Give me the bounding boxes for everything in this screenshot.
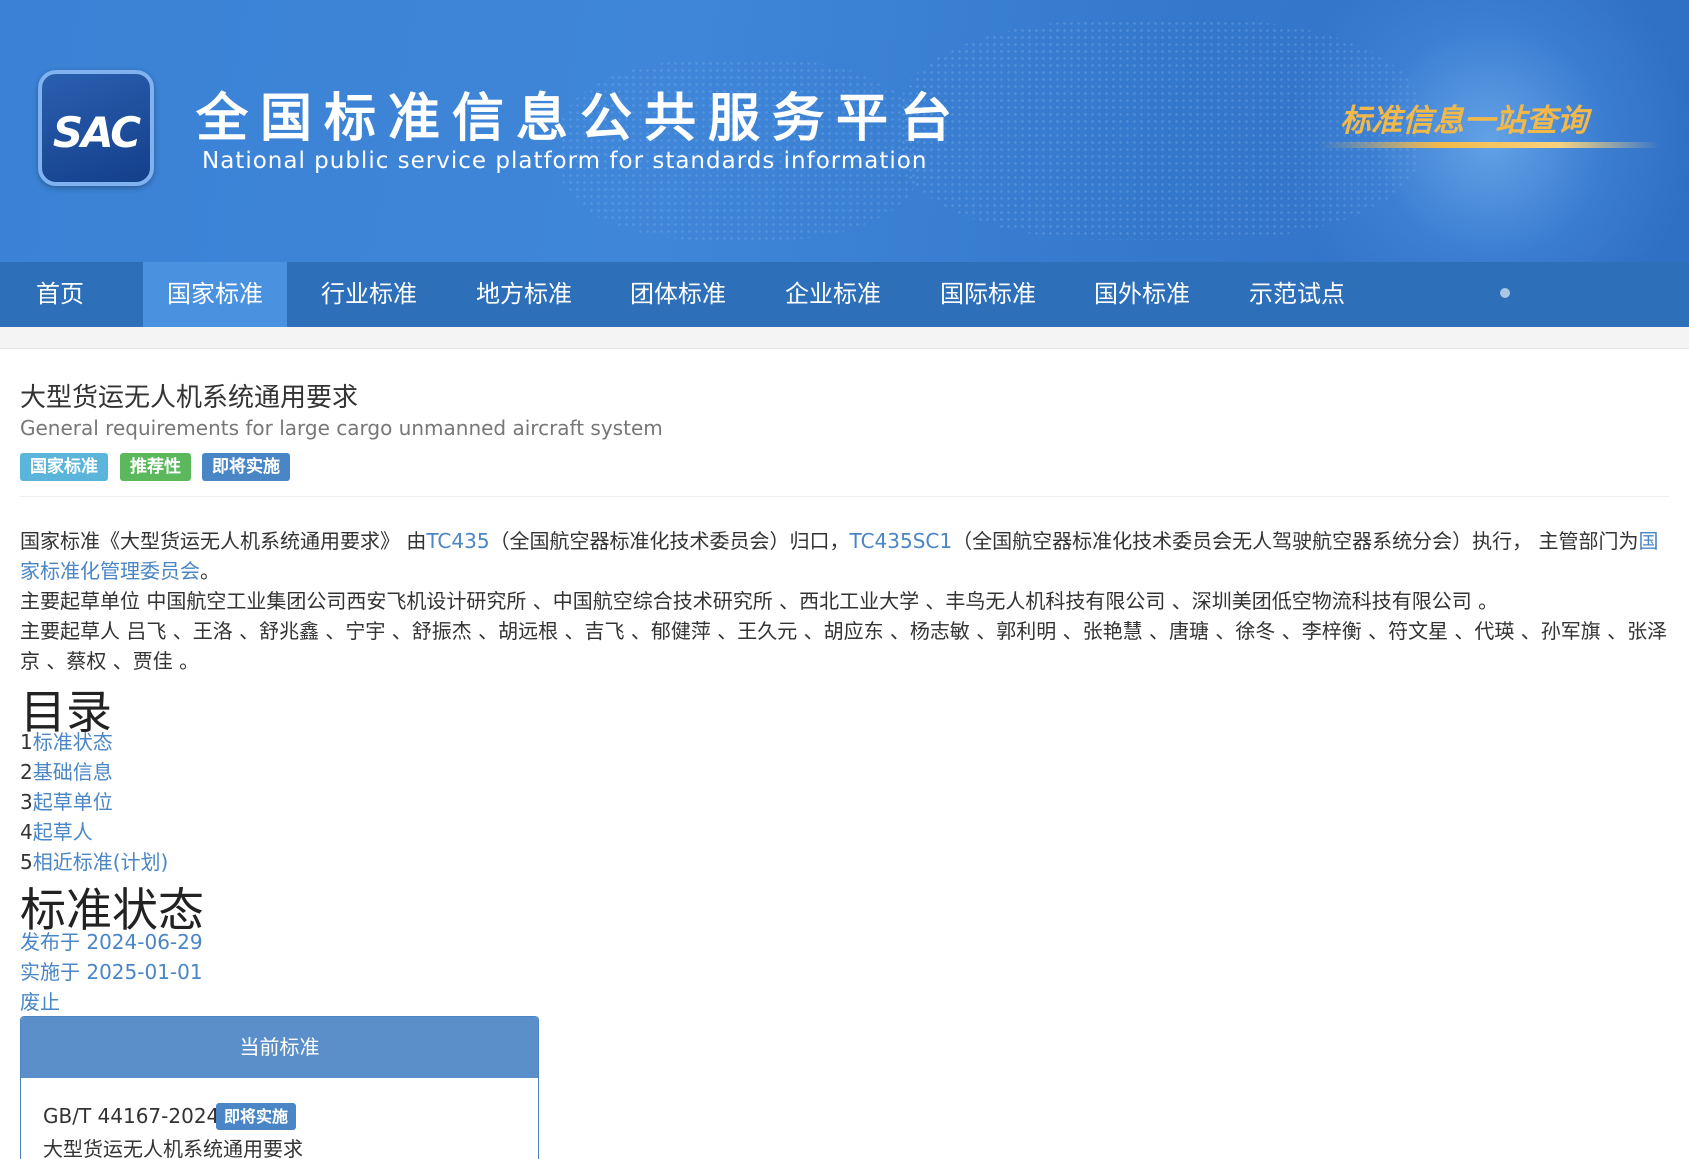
standard-code[interactable]: GB/T 44167-2024 bbox=[43, 1104, 219, 1128]
description-paragraph: 国家标准《大型货运无人机系统通用要求》 由TC435（全国航空器标准化技术委员会… bbox=[20, 526, 1670, 586]
nav-item-home[interactable]: 首页 bbox=[14, 262, 106, 327]
toc-link-drafting-units[interactable]: 起草单位 bbox=[33, 790, 113, 814]
logo-text: SAC bbox=[52, 108, 141, 157]
drafting-units: 主要起草单位 中国航空工业集团公司西安飞机设计研究所 、中国航空综合技术研究所 … bbox=[20, 589, 1499, 613]
panel-heading: 当前标准 bbox=[21, 1017, 538, 1078]
loading-icon bbox=[1500, 288, 1510, 298]
toc-link-drafters[interactable]: 起草人 bbox=[33, 820, 93, 844]
badge-upcoming: 即将实施 bbox=[202, 453, 290, 481]
nav-item-group[interactable]: 团体标准 bbox=[606, 262, 750, 327]
description-text: （全国航空器标准化技术委员会无人驾驶航空器系统分会）执行， 主管部门为 bbox=[952, 529, 1639, 553]
description-text: 国家标准《大型货运无人机系统通用要求》 由 bbox=[20, 529, 427, 553]
toc-num: 4 bbox=[20, 820, 33, 844]
nav-spacer bbox=[0, 327, 1689, 349]
toc-item: 5相近标准(计划) bbox=[20, 846, 168, 875]
current-standard-panel: 当前标准 GB/T 44167-2024 即将实施 大型货运无人机系统通用要求 bbox=[20, 1016, 539, 1159]
drafters: 主要起草人 吕飞 、王洛 、舒兆鑫 、宁宇 、舒振杰 、胡远根 、吉飞 、郁健萍… bbox=[20, 619, 1668, 673]
slogan: 标准信息一站查询 bbox=[1340, 103, 1588, 139]
description-text: 。 bbox=[200, 559, 220, 583]
tc435-link[interactable]: TC435 bbox=[426, 529, 489, 553]
tc435sc1-link[interactable]: TC435SC1 bbox=[850, 529, 953, 553]
site-title: 全国标准信息公共服务平台 bbox=[196, 89, 965, 149]
published-date: 发布于 2024-06-29 bbox=[20, 930, 203, 954]
toc-item: 3起草单位 bbox=[20, 786, 113, 815]
sac-logo[interactable]: SAC bbox=[38, 70, 154, 186]
effective-date: 实施于 2025-01-01 bbox=[20, 960, 203, 984]
toc-num: 3 bbox=[20, 790, 33, 814]
nav-item-enterprise[interactable]: 企业标准 bbox=[761, 262, 905, 327]
header-divider bbox=[20, 496, 1669, 497]
standard-title-en: General requirements for large cargo unm… bbox=[20, 416, 663, 440]
badge-national-standard: 国家标准 bbox=[20, 453, 108, 481]
toc-num: 2 bbox=[20, 760, 33, 784]
nav-item-local[interactable]: 地方标准 bbox=[452, 262, 596, 327]
toc-num: 5 bbox=[20, 850, 33, 874]
toc-item: 1标准状态 bbox=[20, 726, 113, 755]
description-text: （全国航空器标准化技术委员会）归口， bbox=[489, 529, 850, 553]
nav-item-international[interactable]: 国际标准 bbox=[916, 262, 1060, 327]
site-title-en: National public service platform for sta… bbox=[202, 148, 928, 174]
toc-item: 2基础信息 bbox=[20, 756, 113, 785]
slogan-underline bbox=[1320, 142, 1660, 148]
status-badge: 即将实施 bbox=[216, 1103, 297, 1130]
toc-num: 1 bbox=[20, 730, 33, 754]
site-banner: SAC 全国标准信息公共服务平台 National public service… bbox=[0, 0, 1689, 262]
abolished-status: 废止 bbox=[20, 990, 60, 1014]
nav-item-pilot[interactable]: 示范试点 bbox=[1225, 262, 1369, 327]
nav-item-national[interactable]: 国家标准 bbox=[143, 262, 287, 327]
main-nav: 首页 国家标准 行业标准 地方标准 团体标准 企业标准 国际标准 国外标准 示范… bbox=[0, 262, 1689, 327]
toc-item: 4起草人 bbox=[20, 816, 93, 845]
toc-link-similar[interactable]: 相近标准(计划) bbox=[33, 850, 169, 874]
nav-item-industry[interactable]: 行业标准 bbox=[297, 262, 441, 327]
standard-name[interactable]: 大型货运无人机系统通用要求 bbox=[43, 1133, 303, 1159]
toc-link-status[interactable]: 标准状态 bbox=[33, 730, 113, 754]
toc-link-basic-info[interactable]: 基础信息 bbox=[33, 760, 113, 784]
standard-title: 大型货运无人机系统通用要求 bbox=[20, 383, 359, 413]
badge-recommended: 推荐性 bbox=[120, 453, 191, 481]
nav-item-foreign[interactable]: 国外标准 bbox=[1070, 262, 1214, 327]
